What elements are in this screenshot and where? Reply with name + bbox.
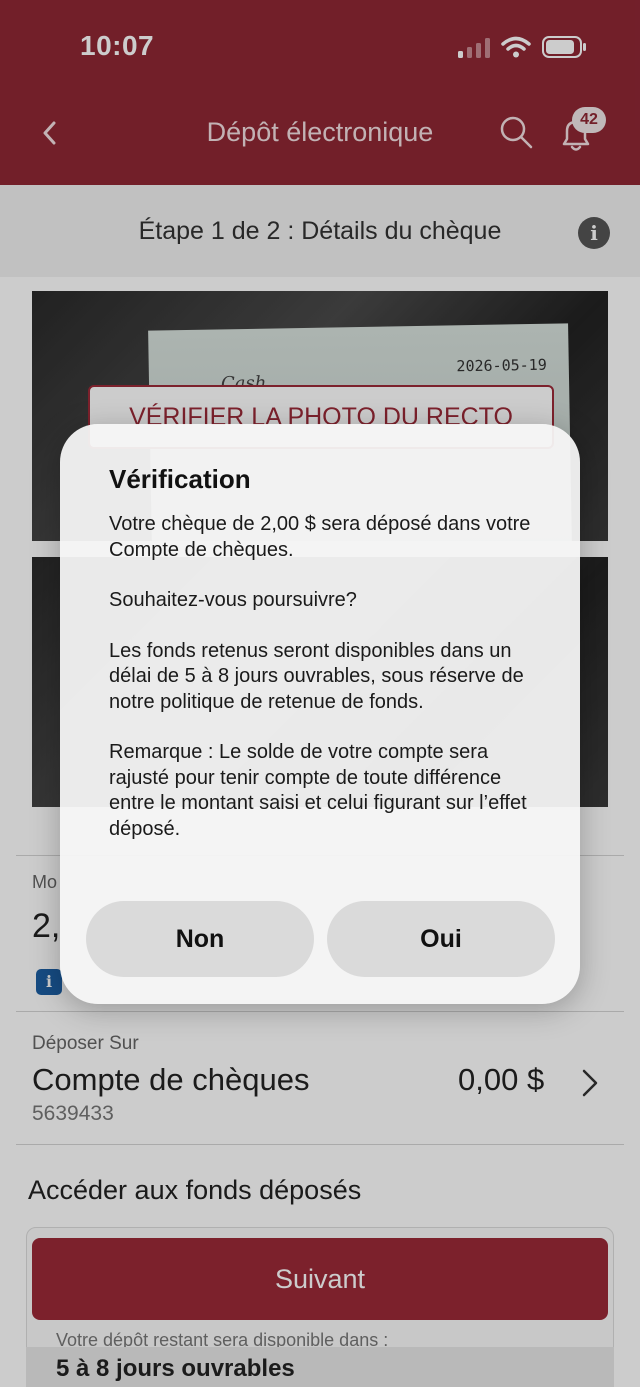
dialog-paragraph: Souhaitez-vous poursuivre? [109,589,357,611]
verification-dialog: Vérification Votre chèque de 2,00 $ sera… [60,424,580,1004]
dialog-paragraph: Votre chèque de 2,00 $ sera déposé dans … [109,513,531,561]
dialog-body: Votre chèque de 2,00 $ sera déposé dans … [109,512,549,867]
dialog-paragraph: Remarque : Le solde de votre compte sera… [109,741,527,840]
no-button[interactable]: Non [86,901,314,977]
yes-button[interactable]: Oui [327,901,555,977]
dialog-paragraph: Les fonds retenus seront disponibles dan… [109,639,524,713]
dialog-title: Vérification [109,464,251,494]
